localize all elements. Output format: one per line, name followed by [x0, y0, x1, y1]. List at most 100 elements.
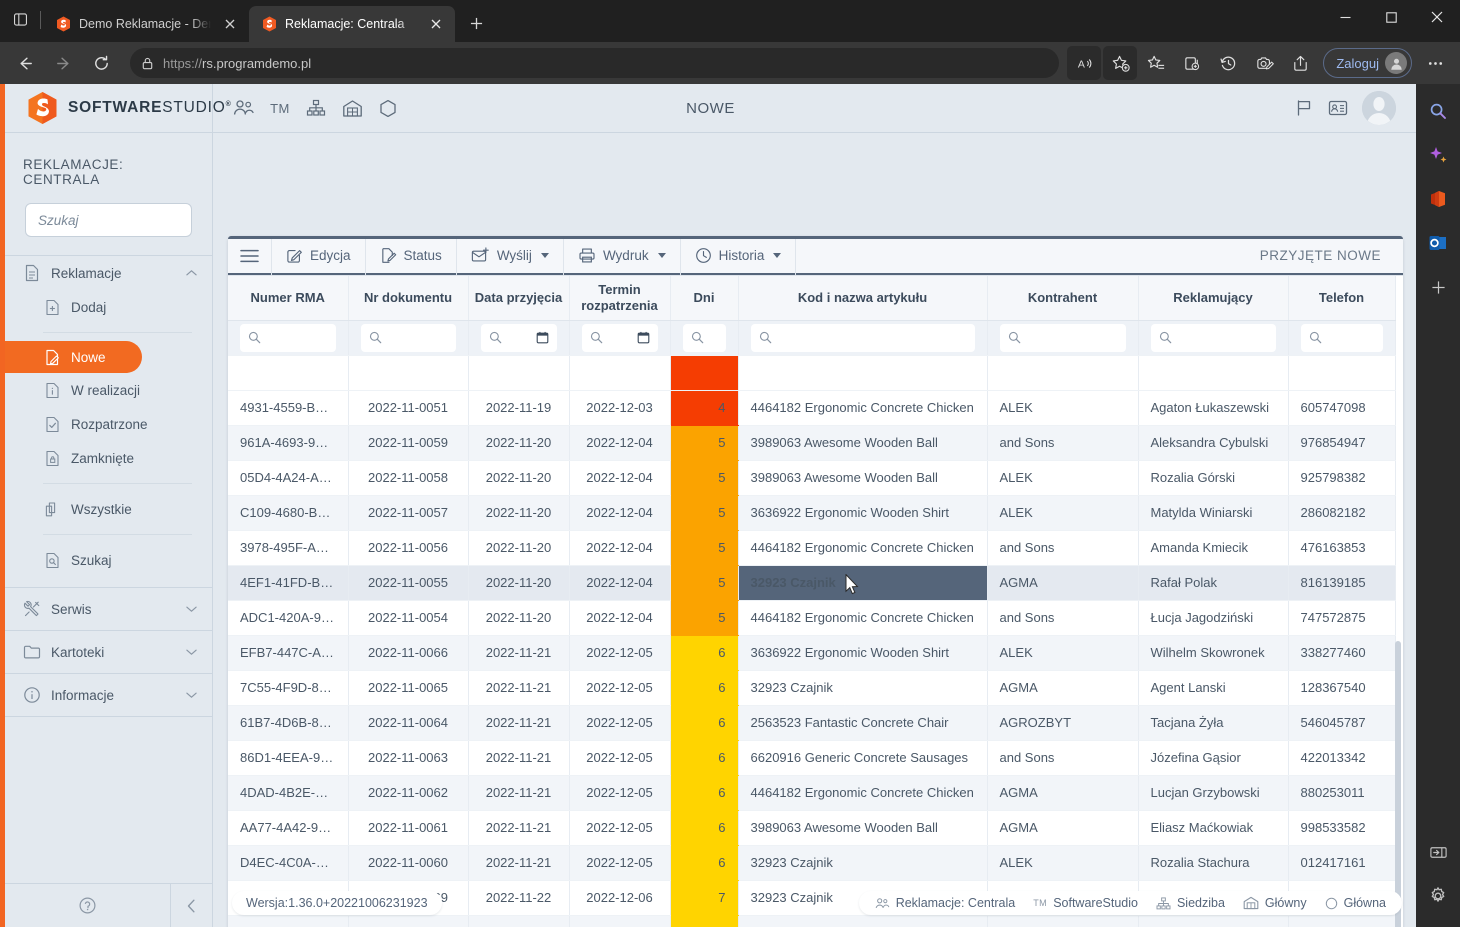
table-row[interactable]: 4EF1-41FD-B009 2022-11-0055 2022-11-20 2022… — [228, 565, 1396, 601]
hamburger-icon[interactable] — [228, 236, 272, 275]
column-header-reklamujacy[interactable]: Reklamujący — [1138, 276, 1289, 321]
sign-in-button[interactable]: Zaloguj — [1323, 48, 1412, 78]
chevron-down-icon[interactable] — [184, 648, 198, 656]
close-icon[interactable] — [219, 13, 241, 35]
users-icon[interactable] — [233, 97, 255, 119]
forward-icon[interactable] — [46, 46, 80, 80]
browser-tab-2[interactable]: Reklamacje: Centrala — [249, 6, 455, 42]
sidebar-item-wszystkie[interactable]: Wszystkie — [5, 492, 212, 526]
read-aloud-icon[interactable]: A — [1067, 46, 1102, 80]
status-item-siedziba[interactable]: Siedziba — [1156, 896, 1225, 910]
id-card-icon[interactable] — [1328, 99, 1348, 117]
filter-cell-nr-dokumentu[interactable] — [348, 320, 469, 356]
filter-cell-dni[interactable] — [670, 320, 739, 356]
favorites-icon[interactable] — [1139, 46, 1173, 80]
table-row[interactable]: 3978-495F-AF65 2022-11-0056 2022-11-20 2022… — [228, 530, 1396, 566]
table-row[interactable]: 4DAD-4B2E-A398 2022-11-0062 2022-11-21 2022… — [228, 775, 1396, 811]
outlook-icon[interactable] — [1423, 228, 1453, 258]
office-icon[interactable] — [1423, 184, 1453, 214]
sidebar-item-kartoteki[interactable]: Kartoteki — [5, 631, 212, 673]
table-row[interactable]: C109-4680-B6E9 2022-11-0057 2022-11-20 2022… — [228, 495, 1396, 531]
chevron-down-icon[interactable] — [184, 691, 198, 699]
sidebar-item-serwis[interactable]: Serwis — [5, 588, 212, 630]
sidebar-item-reklamacje[interactable]: Reklamacje — [5, 256, 212, 290]
close-icon[interactable] — [1414, 0, 1460, 34]
table-row[interactable]: EFB7-447C-A8CA 2022-11-0066 2022-11-21 2022… — [228, 635, 1396, 671]
table-row[interactable]: 86D1-4EEA-9720 2022-11-0063 2022-11-21 2022… — [228, 740, 1396, 776]
column-header-kontrahent[interactable]: Kontrahent — [987, 276, 1139, 321]
status-item-glowna[interactable]: Główna — [1325, 896, 1386, 910]
filter-cell-kod-i-nazwa-artykulu[interactable] — [738, 320, 988, 356]
sidebar-item-w-realizacji[interactable]: W realizacji — [5, 373, 212, 407]
table-row[interactable]: 05D4-4A24-A790 2022-11-0058 2022-11-20 2022… — [228, 460, 1396, 496]
table-row[interactable]: 961A-4693-9B7F 2022-11-0059 2022-11-20 2022… — [228, 425, 1396, 461]
column-header-telefon[interactable]: Telefon — [1288, 276, 1396, 321]
close-icon[interactable] — [425, 13, 447, 35]
chevron-up-icon[interactable] — [184, 269, 198, 277]
sidebar-item-nowe[interactable]: Nowe — [5, 341, 142, 373]
hexagon-icon[interactable] — [377, 97, 399, 119]
search-icon[interactable] — [1423, 96, 1453, 126]
filter-cell-reklamujacy[interactable] — [1138, 320, 1289, 356]
address-bar[interactable]: https://rs.programdemo.pl — [130, 48, 1060, 78]
chevron-down-icon[interactable] — [657, 253, 666, 258]
toolbar-button-wydruk[interactable]: Wydruk — [564, 236, 681, 275]
calendar-icon[interactable] — [536, 331, 549, 344]
table-row[interactable]: 7C55-4F9D-8EF2 2022-11-0065 2022-11-21 2022… — [228, 670, 1396, 706]
toolbar-button-historia[interactable]: Historia — [681, 236, 797, 275]
toolbar-button-wyslij[interactable]: Wyślij — [457, 236, 564, 275]
calendar-icon[interactable] — [637, 331, 650, 344]
grid-scroll-area[interactable]: Numer RMA Nr dokumentu Data przyjęcia Te… — [228, 276, 1403, 927]
filter-cell-kontrahent[interactable] — [987, 320, 1139, 356]
column-header-dni[interactable]: Dni — [670, 276, 739, 321]
table-row[interactable]: D4EC-4C0A-977E 2022-11-0060 2022-11-21 2022… — [228, 845, 1396, 881]
sidebar-item-zamkniete[interactable]: Zamknięte — [5, 441, 212, 475]
table-row[interactable]: 4931-4559-BA05 2022-11-0051 2022-11-19 2022… — [228, 390, 1396, 426]
share-icon[interactable] — [1283, 46, 1317, 80]
table-row[interactable]: 54FE-4E74-B5102022-11-00682022-11-222022… — [228, 915, 1396, 927]
warehouse-icon[interactable] — [341, 97, 363, 119]
sidebar-item-rozpatrzone[interactable]: Rozpatrzone — [5, 407, 212, 441]
sidebar-toggle-icon[interactable] — [1423, 837, 1453, 867]
sidebar-item-dodaj[interactable]: Dodaj — [5, 290, 212, 324]
column-header-termin-rozpatrzenia[interactable]: Termin rozpatrzenia — [569, 276, 671, 321]
sidebar-item-szukaj[interactable]: Szukaj — [5, 543, 212, 577]
table-row[interactable]: ADC1-420A-9ED8 2022-11-0054 2022-11-20 2022… — [228, 600, 1396, 636]
status-item-softwarestudio[interactable]: TM SoftwareStudio — [1033, 896, 1138, 910]
chevron-left-icon[interactable] — [170, 883, 212, 927]
maximize-icon[interactable] — [1368, 0, 1414, 34]
chevron-down-icon[interactable] — [184, 605, 198, 613]
scrollbar-thumb[interactable] — [1395, 641, 1401, 927]
copilot-icon[interactable] — [1423, 140, 1453, 170]
add-icon[interactable] — [1423, 272, 1453, 302]
status-item-reklamacje[interactable]: Reklamacje: Centrala — [875, 896, 1015, 910]
filter-cell-telefon[interactable] — [1288, 320, 1396, 356]
search-input[interactable] — [25, 203, 192, 237]
settings-gear-icon[interactable] — [1423, 881, 1453, 911]
chevron-down-icon[interactable] — [773, 253, 782, 258]
column-header-nr-dokumentu[interactable]: Nr dokumentu — [348, 276, 469, 321]
collections-icon[interactable] — [1175, 46, 1209, 80]
table-row[interactable]: AA77-4A42-9628 2022-11-0061 2022-11-21 2022… — [228, 810, 1396, 846]
org-chart-icon[interactable] — [305, 97, 327, 119]
history-icon[interactable] — [1211, 46, 1245, 80]
tm-icon[interactable]: TM — [269, 97, 291, 119]
minimize-icon[interactable] — [1322, 0, 1368, 34]
toolbar-button-status[interactable]: Status — [366, 236, 457, 275]
grid-vertical-scrollbar[interactable] — [1395, 366, 1401, 927]
avatar[interactable] — [1362, 91, 1396, 125]
help-circle-icon[interactable] — [5, 896, 170, 915]
add-favorite-icon[interactable] — [1103, 46, 1138, 80]
filter-cell-termin-rozpatrzenia[interactable] — [569, 320, 671, 356]
table-row-partial[interactable] — [228, 355, 1396, 391]
flag-icon[interactable] — [1294, 98, 1314, 118]
back-icon[interactable] — [8, 46, 42, 80]
toolbar-button-edycja[interactable]: Edycja — [272, 236, 366, 275]
browser-tab-1[interactable]: Demo Reklamacje - Demo on line — [43, 6, 249, 42]
app-logo[interactable]: SOFTWARESTUDIO® — [5, 84, 231, 133]
column-header-data-przyjecia[interactable]: Data przyjęcia — [468, 276, 570, 321]
screenshot-icon[interactable] — [1247, 46, 1281, 80]
new-tab-button[interactable] — [461, 8, 491, 38]
filter-cell-data-przyjecia[interactable] — [468, 320, 570, 356]
refresh-icon[interactable] — [84, 46, 118, 80]
